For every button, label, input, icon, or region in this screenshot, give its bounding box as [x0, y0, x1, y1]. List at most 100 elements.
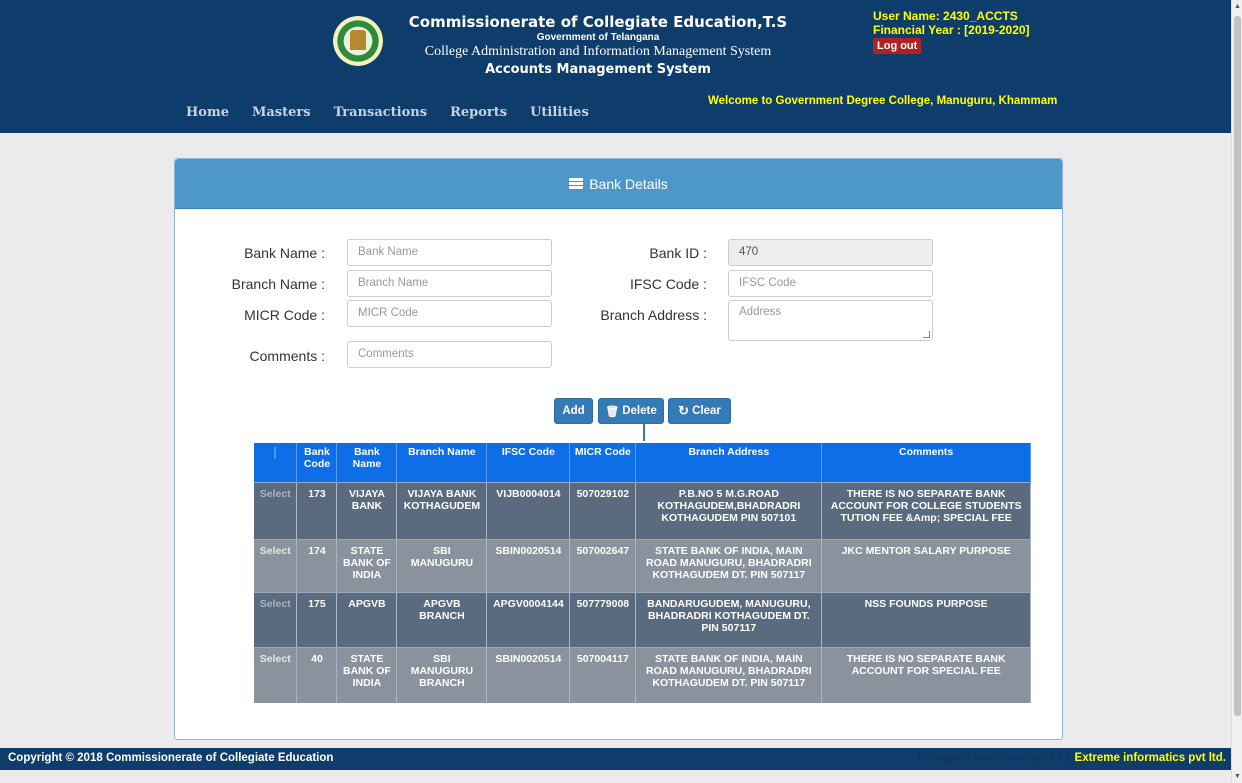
copyright-text: Copyright © 2018 Commissionerate of Coll… [8, 752, 334, 764]
bank-name-label: Bank Name : [244, 245, 325, 261]
header-select [254, 443, 298, 482]
delete-button[interactable]: 🗑 Delete [598, 398, 664, 424]
cell-ifsc-code: APGV0004144 [486, 591, 571, 647]
developer-credit: Designed and Developed by Extreme inform… [918, 752, 1226, 764]
cell-micr-code: 507004117 [569, 646, 637, 703]
select-link[interactable]: Select [254, 481, 298, 539]
cell-comments: NSS FOUNDS PURPOSE [821, 591, 1031, 647]
cell-bank-code: 40 [296, 646, 338, 703]
app-footer: Copyright © 2018 Commissionerate of Coll… [0, 748, 1231, 770]
add-button[interactable]: Add [554, 398, 593, 424]
panel-header: Bank Details [175, 159, 1062, 209]
module-title: Accounts Management System [485, 62, 711, 77]
cell-comments: JKC MENTOR SALARY PURPOSE [821, 538, 1031, 592]
resize-grip-icon[interactable] [923, 331, 930, 338]
nav-masters[interactable]: Masters [252, 105, 311, 120]
scroll-up-icon[interactable]: ▲ [1234, 3, 1241, 10]
cell-bank-name: STATE BANK OF INDIA [336, 538, 398, 592]
cell-micr-code: 507029102 [569, 481, 637, 539]
header-ifsc-code: IFSC Code [486, 443, 571, 482]
logout-button[interactable]: Log out [873, 38, 922, 54]
app-header: Commissionerate of Collegiate Education,… [0, 0, 1231, 133]
cell-bank-code: 173 [296, 481, 338, 539]
cell-branch-address: STATE BANK OF INDIA, MAIN ROAD MANUGURU,… [635, 538, 823, 592]
system-title: College Administration and Information M… [424, 44, 772, 59]
table-row[interactable]: Select 175 APGVB APGVB BRANCH APGV000414… [254, 591, 1031, 647]
cell-ifsc-code: VIJB0004014 [486, 481, 571, 539]
micr-code-label: MICR Code : [244, 307, 325, 323]
comments-label: Comments : [249, 348, 325, 364]
cell-bank-name: STATE BANK OF INDIA [336, 646, 398, 703]
government-subtitle: Government of Telangana [536, 32, 660, 43]
branch-name-input[interactable]: Branch Name [347, 270, 552, 297]
cell-branch-address: P.B.NO 5 M.G.ROAD KOTHAGUDEM,BHADRADRI K… [635, 481, 823, 539]
nav-utilities[interactable]: Utilities [530, 105, 589, 120]
cell-branch-address: STATE BANK OF INDIA, MAIN ROAD MANUGURU,… [635, 646, 823, 703]
trash-icon: 🗑 [605, 405, 620, 418]
header-branch-address: Branch Address [635, 443, 823, 482]
cell-branch-address: BANDARUGUDEM, MANUGURU, BHADRADRI KOTHAG… [635, 591, 823, 647]
select-link[interactable]: Select [254, 646, 298, 703]
user-info: User Name: 2430_ACCTS Financial Year : [… [873, 9, 1030, 54]
developed-by-text: Designed and Developed by [917, 752, 1072, 764]
cell-comments: THERE IS NO SEPARATE BANK ACCOUNT FOR SP… [821, 646, 1031, 703]
telangana-emblem-logo [333, 16, 383, 66]
welcome-message: Welcome to Government Degree College, Ma… [708, 95, 1058, 107]
table-row[interactable]: Select 174 STATE BANK OF INDIA SBI MANUG… [254, 538, 1031, 592]
bank-id-input[interactable]: 470 [728, 239, 933, 266]
cell-micr-code: 507779008 [569, 591, 637, 647]
financial-year: Financial Year : [2019-2020] [873, 23, 1030, 37]
add-label: Add [562, 405, 585, 417]
ifsc-code-input[interactable]: IFSC Code [728, 270, 933, 297]
cell-comments: THERE IS NO SEPARATE BANK ACCOUNT FOR CO… [821, 481, 1031, 539]
cell-bank-code: 174 [296, 538, 338, 592]
clear-label: Clear [692, 405, 721, 417]
nav-transactions[interactable]: Transactions [334, 105, 428, 120]
branch-address-textarea[interactable]: Address [728, 300, 933, 341]
nav-reports[interactable]: Reports [450, 105, 507, 120]
select-link[interactable]: Select [254, 591, 298, 647]
cell-bank-name: VIJAYA BANK [336, 481, 398, 539]
table-row[interactable]: Select 40 STATE BANK OF INDIA SBI MANUGU… [254, 646, 1031, 703]
table-header-row: Bank Code Bank Name Branch Name IFSC Cod… [254, 443, 1031, 482]
header-bank-code: Bank Code [296, 443, 338, 482]
refresh-icon: ↻ [678, 403, 690, 418]
title-block: Commissionerate of Collegiate Education,… [398, 12, 798, 80]
bank-details-table: Bank Code Bank Name Branch Name IFSC Cod… [254, 443, 1031, 703]
header-micr-code: MICR Code [569, 443, 637, 482]
comments-input[interactable]: Comments [347, 341, 552, 368]
company-name: Extreme informatics pvt ltd. [1074, 752, 1226, 764]
cell-ifsc-code: SBIN0020514 [486, 538, 571, 592]
micr-code-input[interactable]: MICR Code [347, 300, 552, 327]
branch-address-label: Branch Address : [600, 307, 707, 323]
branch-name-label: Branch Name : [231, 276, 325, 292]
scroll-thumb[interactable] [1234, 16, 1241, 716]
org-title: Commissionerate of Collegiate Education,… [408, 13, 788, 31]
cell-bank-code: 175 [296, 591, 338, 647]
clear-button[interactable]: ↻ Clear [668, 398, 731, 424]
cell-branch-name: SBI MANUGURU BRANCH [396, 646, 488, 703]
cell-branch-name: APGVB BRANCH [396, 591, 488, 647]
delete-label: Delete [622, 405, 657, 417]
table-row[interactable]: Select 173 VIJAYA BANK VIJAYA BANK KOTHA… [254, 481, 1031, 539]
select-link[interactable]: Select [254, 538, 298, 592]
select-column-marker [274, 447, 277, 459]
branch-address-placeholder: Address [739, 306, 782, 318]
bank-id-label: Bank ID : [649, 245, 707, 261]
header-branch-name: Branch Name [396, 443, 488, 482]
main-nav: Home Masters Transactions Reports Utilit… [186, 105, 589, 120]
cell-micr-code: 507002647 [569, 538, 637, 592]
panel-title: Bank Details [589, 175, 668, 192]
user-name: User Name: 2430_ACCTS [873, 9, 1018, 23]
cell-branch-name: VIJAYA BANK KOTHAGUDEM [396, 481, 488, 539]
nav-home[interactable]: Home [186, 105, 229, 120]
button-connector-line [643, 424, 645, 441]
page-scrollbar[interactable]: ▲ ▼ [1231, 0, 1242, 783]
ifsc-code-label: IFSC Code : [629, 276, 707, 292]
cell-ifsc-code: SBIN0020514 [486, 646, 571, 703]
bank-name-input[interactable]: Bank Name [347, 239, 552, 266]
header-bank-name: Bank Name [336, 443, 398, 482]
scroll-down-icon[interactable]: ▼ [1234, 773, 1241, 780]
list-icon [569, 178, 584, 189]
header-comments: Comments [821, 443, 1031, 482]
